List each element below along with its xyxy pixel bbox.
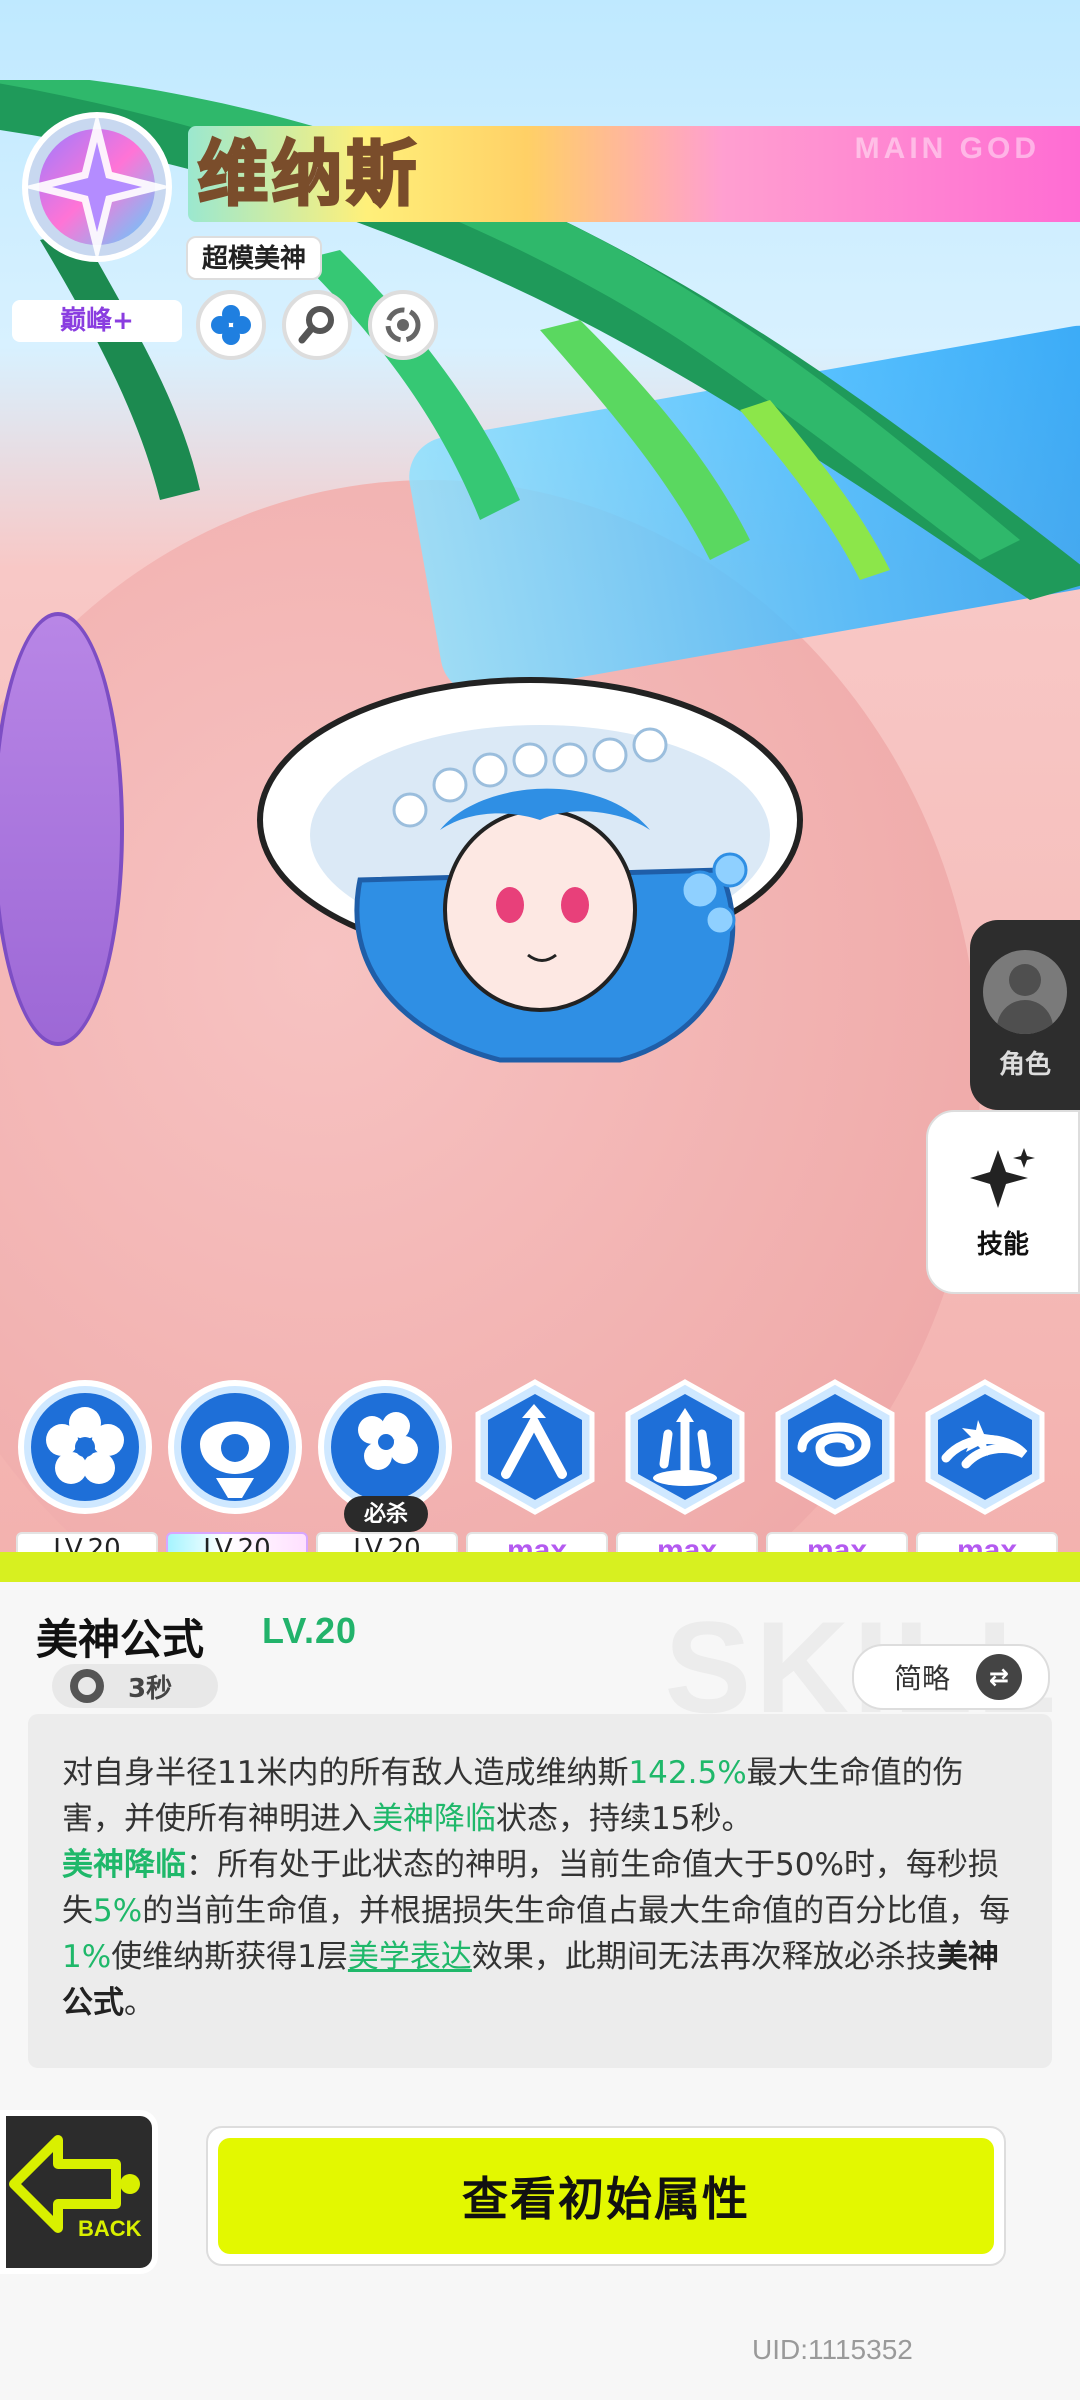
skill-detail-panel: SKILL 美神公式 LV.20 3秒 简略 ⇄ 对自身半径11米内的所有敌人造… [0, 1582, 1080, 2400]
view-base-stats-label: 查看初始属性 [218, 2138, 994, 2254]
rarity-emblem-icon [22, 112, 172, 262]
skill-slot[interactable]: LV.20 [10, 1370, 160, 1580]
clock-icon [70, 1669, 104, 1703]
skill-description: 对自身半径11米内的所有敌人造成维纳斯142.5%最大生命值的伤害，并使所有神明… [28, 1714, 1052, 2068]
sparkle-icon [970, 1147, 1035, 1208]
desc-text: 使维纳斯获得1层 [111, 1939, 348, 1975]
desc-state-term: 美神降临 [62, 1847, 186, 1883]
desc-highlight: 5% [93, 1893, 143, 1929]
arrow-burst-icon [475, 1379, 595, 1515]
skill-name: 美神公式 [36, 1615, 205, 1664]
cooldown-text: 3秒 [128, 1673, 173, 1704]
flower-icon [18, 1380, 152, 1514]
ultimate-badge: 必杀 [344, 1496, 428, 1532]
tab-skills-label: 技能 [976, 1229, 1029, 1260]
fountain-icon [625, 1379, 745, 1515]
wave-icon [925, 1379, 1045, 1515]
character-title: 超模美神 [186, 236, 323, 280]
skill-slot[interactable]: max [610, 1370, 760, 1580]
skill-list: LV.20 LV.20 必杀 LV.20 max max max max [10, 1370, 1070, 1580]
skill-slot[interactable]: max [460, 1370, 610, 1580]
tab-character[interactable]: 角色 [970, 920, 1080, 1110]
figure-icon [168, 1380, 302, 1514]
avatar-icon [983, 949, 1067, 1034]
desc-text: 。 [124, 1985, 155, 2021]
desc-highlight: 142.5% [628, 1755, 747, 1791]
venus-character[interactable] [240, 660, 820, 1080]
cooldown-badge: 3秒 [52, 1664, 218, 1708]
desc-text: 状态，持续15秒。 [496, 1801, 753, 1837]
lime-divider [0, 1552, 1080, 1586]
tab-skills[interactable]: 技能 [926, 1110, 1080, 1294]
desc-text: 的当前生命值，并根据损失生命值占最大生命值的百分比值，每 [142, 1893, 1011, 1929]
back-label: BACK [78, 2216, 142, 2241]
tab-character-label: 角色 [998, 1049, 1051, 1080]
desc-highlight: 美神降临 [372, 1801, 496, 1837]
user-id: UID:1115352 [752, 2334, 913, 2365]
rank-badge: 巅峰+ [12, 300, 182, 342]
skill-level-label: LV.20 [262, 1610, 358, 1651]
desc-highlight: 1% [62, 1939, 112, 1975]
brief-toggle-button[interactable]: 简略 ⇄ [852, 1644, 1050, 1710]
banner-deco-text: MAIN GOD [854, 132, 1040, 165]
desc-text: 对自身半径11米内的所有敌人造成维纳斯 [62, 1755, 629, 1791]
skill-slot-selected[interactable]: LV.20 [160, 1370, 310, 1580]
back-button[interactable]: BACK [0, 2110, 158, 2274]
desc-link[interactable]: 美学表达 [348, 1939, 472, 1975]
petal-icon[interactable] [196, 290, 266, 360]
swirl-icon [775, 1379, 895, 1515]
desc-text: 效果，此期间无法再次释放必杀技 [471, 1939, 937, 1975]
trait-icons [196, 290, 438, 360]
search-key-icon[interactable] [282, 290, 352, 360]
character-name: 维纳斯 [197, 132, 420, 217]
cycle-icon[interactable] [368, 290, 438, 360]
skill-slot[interactable]: max [910, 1370, 1060, 1580]
brief-toggle-label: 简略 [894, 1662, 951, 1695]
view-base-stats-button[interactable]: 查看初始属性 [206, 2126, 1006, 2266]
swap-icon: ⇄ [976, 1654, 1023, 1700]
skill-slot-ultimate[interactable]: 必杀 LV.20 [310, 1370, 460, 1580]
skill-slot[interactable]: max [760, 1370, 910, 1580]
